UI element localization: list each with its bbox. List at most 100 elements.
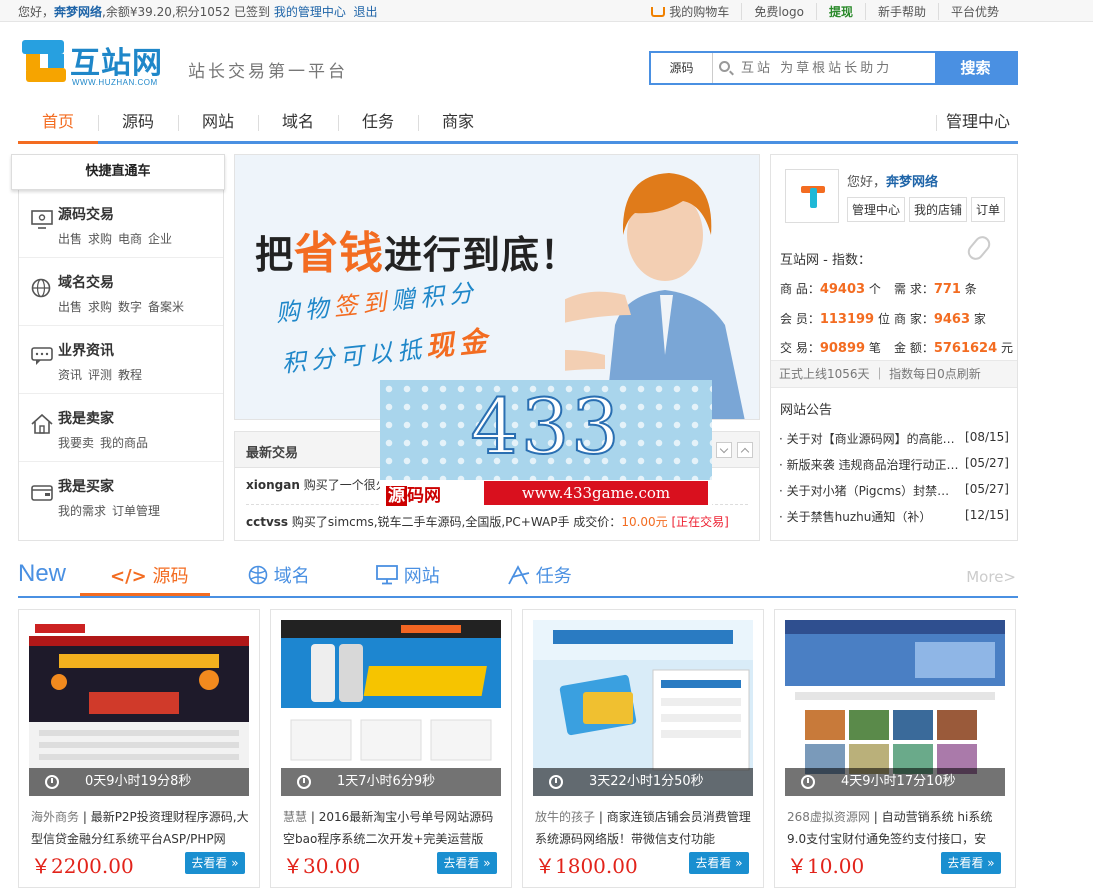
avatar[interactable] — [785, 169, 839, 223]
quick-title[interactable]: 业界资讯 — [58, 340, 114, 360]
quick-link[interactable]: 数字 — [118, 300, 142, 314]
free-logo-link[interactable]: 免费logo — [741, 3, 816, 20]
notice-item[interactable]: · 新版来袭 违规商品治理行动正式启动[05/27] — [779, 456, 1009, 472]
slogan: 站长交易第一平台 — [188, 62, 348, 82]
product-title[interactable]: 慧慧 | 2016最新淘宝小号单号网站源码空bao程序系统二次开发+完美运营版 — [283, 806, 501, 850]
quick-link[interactable]: 评测 — [88, 368, 112, 382]
username-link[interactable]: 奔梦网络 — [54, 5, 102, 19]
help-link[interactable]: 新手帮助 — [864, 3, 938, 20]
user-greeting: 您好，奔梦网络 — [847, 175, 939, 190]
orders-button[interactable]: 订单 — [971, 197, 1006, 222]
search-button[interactable]: 搜索 — [935, 53, 1016, 83]
search-icon — [719, 61, 730, 72]
user-name[interactable]: 奔梦网络 — [886, 175, 938, 190]
quick-link[interactable]: 备案米 — [148, 300, 184, 314]
product-card[interactable]: 0天9小时19分8秒 海外商务 | 最新P2P投资理财程序源码,大型信贷金融分红… — [18, 609, 260, 888]
quick-link[interactable]: 我要卖 — [58, 436, 94, 450]
product-card[interactable]: 3天22小时1分50秒 放牛的孩子 | 商家连锁店铺会员消费管理系统源码网络版！… — [522, 609, 764, 888]
notice-item[interactable]: · 关于对【商业源码网】的高能预警 [08/15] — [779, 430, 1009, 446]
quick-title[interactable]: 我是买家 — [58, 476, 114, 496]
product-price: ￥10.00 — [787, 854, 865, 878]
index-title: 互站网 - 指数： — [780, 253, 871, 268]
globe-icon — [31, 278, 51, 298]
quick-link[interactable]: 出售 — [58, 232, 82, 246]
quick-title[interactable]: 源码交易 — [58, 204, 114, 224]
quick-row-seller: 我是卖家 我要卖 我的商品 — [19, 394, 223, 462]
withdraw-link[interactable]: 提现 — [815, 3, 865, 20]
tab-source[interactable]: </> 源码 — [80, 562, 210, 596]
view-button[interactable]: 去看看 » — [437, 852, 497, 874]
quick-link[interactable]: 教程 — [118, 368, 142, 382]
nav-website[interactable]: 网站 — [178, 100, 258, 144]
countdown-timer: 0天9小时19分8秒 — [29, 768, 249, 796]
manage-center-button[interactable]: 管理中心 — [847, 197, 906, 222]
quick-link[interactable]: 电商 — [118, 232, 142, 246]
signed-text: 已签到 — [234, 5, 271, 19]
chat-icon — [31, 347, 53, 365]
tab-domain[interactable]: 域名 — [248, 562, 310, 596]
logo-text: 互站网 — [70, 46, 163, 81]
view-button[interactable]: 去看看 » — [689, 852, 749, 874]
product-price: ￥1800.00 — [535, 854, 638, 878]
trade-item: cctvss 购买了simcms,锐车二手车源码,全国版,PC+WAP手 成交价… — [246, 515, 729, 529]
stat-amount: 金 额：5761624 元 — [894, 341, 1013, 356]
top-links: 我的购物车 免费logo 提现 新手帮助 平台优势 — [639, 3, 1011, 20]
nav-manage-center[interactable]: 管理中心 — [938, 100, 1018, 144]
product-title[interactable]: 268虚拟资源网 | 自动营销系统 hi系统9.0支付宝财付通免签约支付接口，安 — [787, 806, 1005, 850]
logo-url: WWW.HUZHAN.COM — [72, 78, 158, 87]
product-card[interactable]: 4天9小时17分10秒 268虚拟资源网 | 自动营销系统 hi系统9.0支付宝… — [774, 609, 1016, 888]
nav-task[interactable]: 任务 — [338, 100, 418, 144]
user-panel: 您好，奔梦网络 管理中心 我的店铺 订单 互站网 - 指数： 商 品：49403… — [770, 154, 1018, 541]
nav-merchant[interactable]: 商家 — [418, 100, 498, 144]
nav-source[interactable]: 源码 — [98, 100, 178, 144]
product-price: ￥30.00 — [283, 854, 361, 878]
product-title[interactable]: 海外商务 | 最新P2P投资理财程序源码,大型信贷金融分红系统平台ASP/PHP… — [31, 806, 249, 850]
product-price: ￥2200.00 — [31, 854, 134, 878]
nav-home[interactable]: 首页 — [18, 100, 98, 144]
search-category-select[interactable]: 源码 — [651, 53, 713, 83]
product-title[interactable]: 放牛的孩子 | 商家连锁店铺会员消费管理系统源码网络版！带微信支付功能 — [535, 806, 753, 850]
quick-link[interactable]: 我的商品 — [100, 436, 148, 450]
quick-link[interactable]: 企业 — [148, 232, 172, 246]
quick-link[interactable]: 求购 — [88, 300, 112, 314]
chevron-down-icon[interactable] — [716, 442, 732, 458]
logout-link[interactable]: 退出 — [354, 5, 378, 19]
tab-task[interactable]: 任务 — [508, 562, 572, 596]
quick-link[interactable]: 我的需求 — [58, 504, 106, 518]
notice-item[interactable]: · 关于禁售huzhu通知（补） [12/15] — [779, 508, 1009, 524]
top-bar: 您好，奔梦网络,余额¥39.20,积分1052 已签到 我的管理中心 退出 我的… — [0, 0, 1093, 22]
points-text: ,积分1052 — [171, 5, 231, 19]
my-shop-button[interactable]: 我的店铺 — [909, 197, 968, 222]
cart-link[interactable]: 我的购物车 — [639, 3, 741, 20]
monitor-icon — [376, 565, 398, 585]
paperclip-icon — [964, 232, 994, 264]
notice-item[interactable]: · 关于对小猪（Pigcms）封禁的公告 [05/27] — [779, 482, 1009, 498]
cart-icon — [651, 7, 666, 17]
new-heading: New — [18, 560, 67, 587]
overlay-ad[interactable]: 433 源码网 www.433game.com — [380, 380, 712, 506]
home-icon — [31, 414, 53, 434]
product-card[interactable]: 1天7小时6分9秒 慧慧 | 2016最新淘宝小号单号网站源码空bao程序系统二… — [270, 609, 512, 888]
advantage-link[interactable]: 平台优势 — [937, 3, 1011, 20]
quick-link[interactable]: 出售 — [58, 300, 82, 314]
view-button[interactable]: 去看看 » — [941, 852, 1001, 874]
stat-goods: 商 品：49403 个 — [780, 282, 881, 297]
my-manage-link[interactable]: 我的管理中心 — [274, 5, 346, 19]
quick-link[interactable]: 资讯 — [58, 368, 82, 382]
tab-website[interactable]: 网站 — [376, 562, 440, 596]
quick-title[interactable]: 我是卖家 — [58, 408, 114, 428]
ad-url: www.433game.com — [484, 481, 708, 505]
ad-number: 433 — [469, 381, 622, 472]
chevron-up-icon[interactable] — [737, 442, 753, 458]
more-link[interactable]: More> — [966, 568, 1016, 586]
clock-icon — [45, 775, 59, 789]
quick-link[interactable]: 求购 — [88, 232, 112, 246]
wallet-icon — [31, 485, 53, 501]
site-logo[interactable]: 互站网 WWW.HUZHAN.COM — [22, 40, 170, 92]
view-button[interactable]: 去看看 » — [185, 852, 245, 874]
search-input[interactable] — [741, 53, 931, 83]
nav-domain[interactable]: 域名 — [258, 100, 338, 144]
quick-title[interactable]: 域名交易 — [58, 272, 114, 292]
quick-link[interactable]: 订单管理 — [112, 504, 160, 518]
code-icon: </> — [110, 566, 147, 587]
